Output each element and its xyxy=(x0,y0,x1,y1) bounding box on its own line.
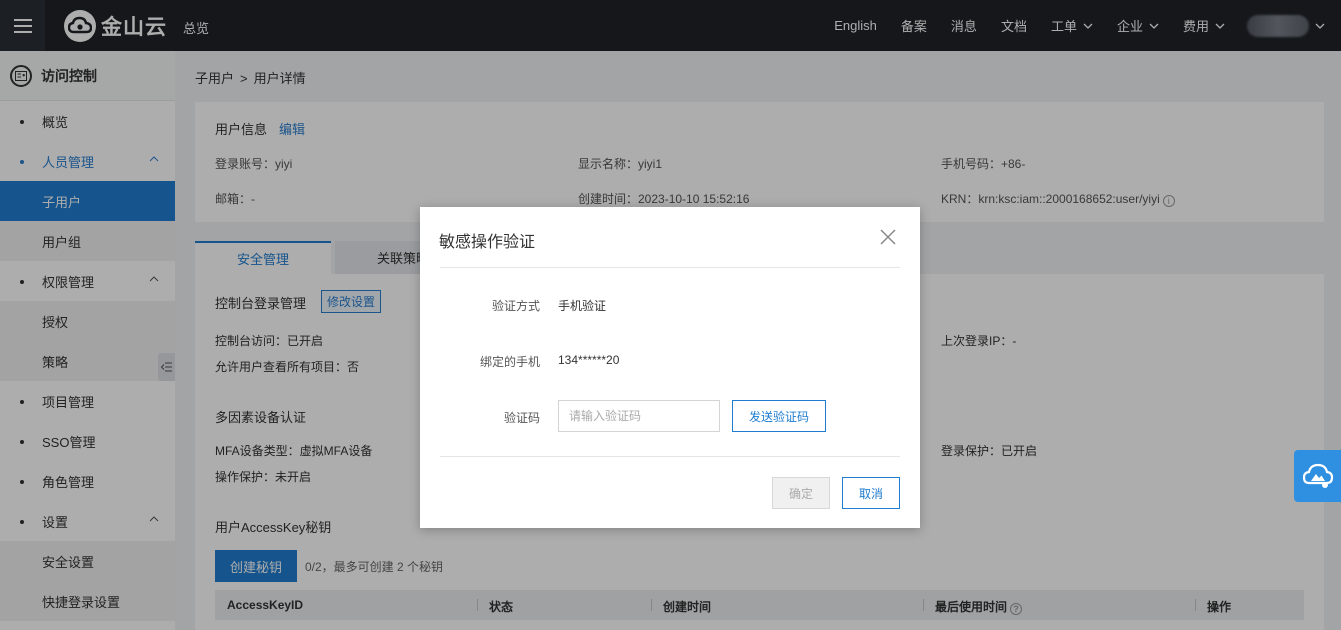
cancel-button[interactable]: 取消 xyxy=(842,477,900,509)
phone-value: 134******20 xyxy=(558,353,620,367)
code-label: 验证码 xyxy=(503,411,540,425)
phone-label: 绑定的手机 xyxy=(479,355,540,369)
method-value: 手机验证 xyxy=(558,299,607,313)
dialog-divider xyxy=(440,267,900,268)
help-assistant-icon[interactable] xyxy=(1294,450,1341,502)
confirm-button[interactable]: 确定 xyxy=(772,477,830,509)
dialog-title: 敏感操作验证 xyxy=(439,234,536,251)
sensitive-operation-dialog: 敏感操作验证 验证方式 手机验证 绑定的手机 134******20 验证码 发… xyxy=(420,207,920,528)
verification-code-input[interactable] xyxy=(558,400,720,432)
dialog-divider xyxy=(440,456,900,457)
send-code-button[interactable]: 发送验证码 xyxy=(732,400,826,432)
method-label: 验证方式 xyxy=(491,299,540,313)
close-icon[interactable] xyxy=(878,227,898,247)
